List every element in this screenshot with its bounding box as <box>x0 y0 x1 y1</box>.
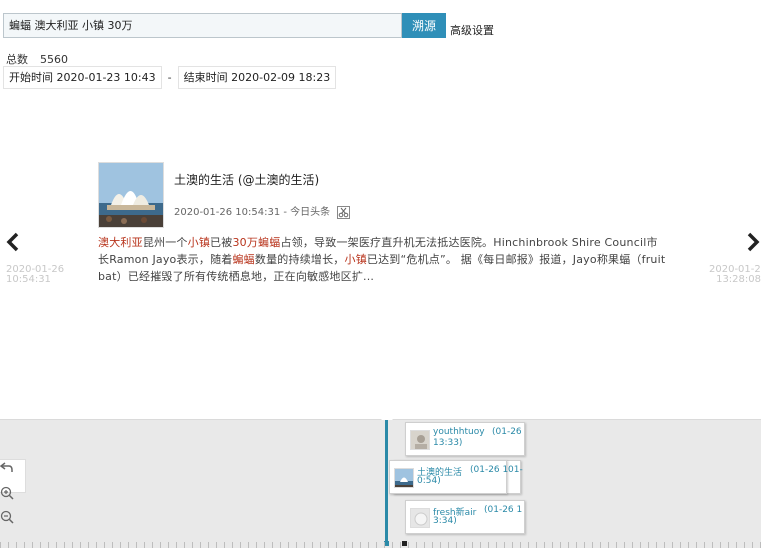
total-label: 总数 <box>6 53 28 66</box>
end-time-field[interactable]: 结束时间 2020-02-09 18:23 <box>177 66 337 89</box>
keyword-highlight: 30万 <box>232 236 259 249</box>
next-timestamp: 2020-01-26 13:28:08 <box>709 265 761 285</box>
card-name: youthhtuoy <box>433 427 485 437</box>
card-time: 0:54) <box>417 476 441 486</box>
chevron-left-icon[interactable] <box>5 232 21 258</box>
card-avatar <box>410 430 430 450</box>
search-input[interactable] <box>3 12 402 38</box>
card-date: (01-26 <box>492 427 522 437</box>
content-text: 昆州一个 <box>142 236 188 249</box>
timeline-card[interactable]: 土澳的生活 (01-26 1 0:54) <box>389 460 509 494</box>
time-range: 开始时间 2020-01-23 10:43 - 结束时间 2020-02-09 … <box>3 66 337 89</box>
keyword-highlight: 蝙蝠 <box>232 253 255 266</box>
post-content: 澳大利亚昆州一个小镇已被30万蝙蝠占领，导致一架医疗直升机无法抵达医院。Hinc… <box>98 234 668 285</box>
timeline-card[interactable]: youthhtuoy (01-26 13:33) <box>405 422 525 456</box>
undo-icon[interactable] <box>0 460 14 474</box>
card-time: 3:34) <box>433 516 457 526</box>
timeline-panel: youthhtuoy (01-26 13:33) 01- 土澳的生活 (01-2… <box>0 414 761 548</box>
card-date: (01-26 1 <box>470 465 509 475</box>
keyword-highlight: 小镇 <box>187 236 211 249</box>
advanced-settings-link[interactable]: 高级设置 <box>450 22 494 38</box>
chevron-right-icon[interactable] <box>745 232 761 258</box>
content-text: 数量的持续增长， <box>254 253 345 266</box>
zoom-in-icon[interactable] <box>0 486 14 500</box>
timeline-cursor[interactable] <box>385 420 388 545</box>
card-time: 13:33) <box>433 438 463 448</box>
content-text: 已被 <box>210 236 233 249</box>
search-bar: 溯源 高级设置 <box>3 12 494 38</box>
zoom-out-icon[interactable] <box>0 510 14 524</box>
trace-button[interactable]: 溯源 <box>402 12 446 38</box>
keyword-highlight: 澳大利亚 <box>98 236 143 249</box>
total-value: 5560 <box>40 53 68 66</box>
prev-time: 10:54:31 <box>6 274 51 285</box>
card-date-overflow: 01- <box>508 465 523 475</box>
timeline-card[interactable]: fresh新air (01-26 1 3:34) <box>405 500 525 534</box>
card-avatar <box>410 508 430 528</box>
total-count: 总数 5560 <box>6 51 68 67</box>
avatar[interactable] <box>98 162 164 228</box>
card-avatar <box>394 468 414 488</box>
scissors-icon[interactable] <box>337 205 351 219</box>
prev-timestamp: 2020-01-26 10:54:31 <box>6 265 64 285</box>
keyword-highlight: 蝙蝠 <box>258 236 281 249</box>
start-time-field[interactable]: 开始时间 2020-01-23 10:43 <box>3 66 162 89</box>
time-separator: - <box>167 71 172 84</box>
card-date: (01-26 1 <box>484 505 523 515</box>
keyword-highlight: 小镇 <box>344 253 367 266</box>
next-time: 13:28:08 <box>716 274 761 285</box>
post-timestamp: 2020-01-26 10:54:31 - 今日头条 <box>174 207 331 218</box>
post-author[interactable]: 土澳的生活 (@土澳的生活) <box>174 171 319 188</box>
timeline-ruler <box>0 542 761 548</box>
post-meta: 2020-01-26 10:54:31 - 今日头条 <box>174 203 351 219</box>
